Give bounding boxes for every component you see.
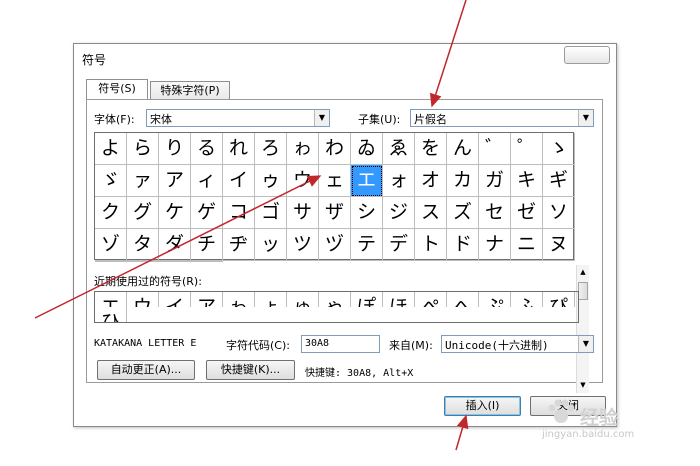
paw-logo-icon <box>548 399 575 423</box>
baidu-jingyan-watermark: 经验 jingyan.baidu.com <box>540 395 690 455</box>
arrow-to-subset <box>429 0 467 108</box>
arrow-to-insert <box>455 414 469 451</box>
watermark-url: jingyan.baidu.com <box>542 429 635 440</box>
watermark-text: 经验 <box>580 407 619 429</box>
arrow-to-selected-cell <box>34 175 322 319</box>
